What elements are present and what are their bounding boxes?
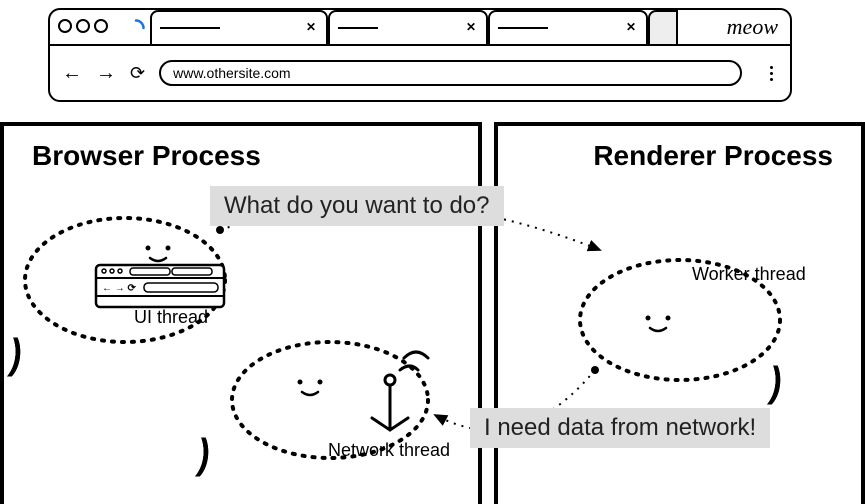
thread-label-network: Network thread <box>328 440 450 461</box>
browser-tab[interactable]: ✕ <box>488 10 648 44</box>
loading-spinner-icon <box>126 18 146 38</box>
process-title: Browser Process <box>32 140 261 172</box>
close-icon[interactable] <box>58 19 72 33</box>
close-icon[interactable]: ✕ <box>304 21 318 35</box>
browser-chrome: ✕ ✕ ✕ meow ← → ⟳ www.othersite.com <box>48 8 792 102</box>
process-title: Renderer Process <box>593 140 833 172</box>
back-button[interactable]: ← <box>62 62 82 85</box>
close-icon[interactable]: ✕ <box>464 21 478 35</box>
tab-title-placeholder <box>498 27 548 29</box>
forward-button[interactable]: → <box>96 62 116 85</box>
minimize-icon[interactable] <box>76 19 90 33</box>
url-bar[interactable]: www.othersite.com <box>159 60 742 86</box>
url-text: www.othersite.com <box>173 65 290 81</box>
new-tab-button[interactable] <box>648 10 678 44</box>
toolbar: ← → ⟳ www.othersite.com <box>50 46 790 100</box>
brand-label: meow <box>727 14 778 40</box>
tab-bar: ✕ ✕ ✕ meow <box>50 10 790 46</box>
maximize-icon[interactable] <box>94 19 108 33</box>
browser-tab[interactable]: ✕ <box>328 10 488 44</box>
speech-bubble: What do you want to do? <box>210 186 504 226</box>
window-controls[interactable] <box>58 19 108 33</box>
thread-label-worker: Worker thread <box>692 264 806 285</box>
tab-title-placeholder <box>160 27 220 29</box>
menu-button[interactable] <box>764 66 778 81</box>
close-icon[interactable]: ✕ <box>624 21 638 35</box>
tab-title-placeholder <box>338 27 378 29</box>
reload-button[interactable]: ⟳ <box>130 63 145 84</box>
speech-bubble: I need data from network! <box>470 408 770 448</box>
thread-label-ui: UI thread <box>134 307 208 328</box>
browser-tab[interactable]: ✕ <box>150 10 328 44</box>
